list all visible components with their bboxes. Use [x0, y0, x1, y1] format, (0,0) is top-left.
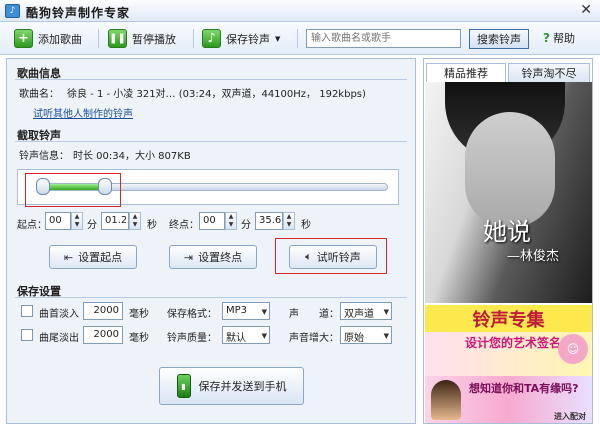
plus-icon: +	[14, 29, 33, 48]
quality-label: 铃声质量：	[167, 333, 217, 344]
end-label: 终点：	[169, 220, 199, 231]
format-label: 保存格式：	[167, 309, 217, 320]
format-value: MP3	[226, 305, 248, 316]
title-bar: ♪ 酷狗铃声制作专家 ✕	[0, 0, 600, 22]
pause-button[interactable]: ❚❚ 暂停播放	[108, 27, 176, 50]
chevron-down-icon[interactable]: ▼	[275, 35, 280, 43]
signature-ad-text: 设计您的艺术签名	[465, 336, 562, 350]
toolbar-separator	[98, 29, 99, 48]
fade-out-checkbox[interactable]	[21, 329, 33, 341]
toolbar-separator	[193, 29, 194, 48]
add-song-button[interactable]: + 添加歌曲	[14, 27, 82, 50]
pause-icon: ❚❚	[108, 29, 127, 48]
stepper-arrows[interactable]: ▲ ▼	[129, 212, 141, 230]
tab-featured[interactable]: 精品推荐	[426, 63, 506, 82]
quality-select[interactable]: 默认 ▼	[222, 326, 270, 344]
set-start-button[interactable]: ⇤ 设置起点	[49, 245, 137, 269]
fade-in-field[interactable]: 2000	[83, 302, 123, 320]
add-song-label: 添加歌曲	[38, 32, 82, 46]
pause-label: 暂停播放	[132, 32, 176, 46]
toolbar-separator	[297, 29, 298, 48]
chevron-down-icon: ▼	[261, 332, 267, 340]
end-minute-field[interactable]: 00	[199, 212, 225, 230]
highlight-box	[25, 173, 121, 207]
search-button[interactable]: 搜索铃声	[469, 29, 529, 49]
toolbar: + 添加歌曲 ❚❚ 暂停播放 ♪ 保存铃声 ▼ 搜索铃声 ? 帮助	[0, 22, 600, 55]
start-second-field[interactable]: 01.2	[101, 212, 129, 230]
minute-unit: 分	[87, 220, 97, 231]
divider	[15, 141, 407, 142]
help-icon: ?	[543, 31, 550, 45]
ringtone-info-label: 铃声信息：	[19, 151, 69, 162]
start-minute-field[interactable]: 00	[45, 212, 71, 230]
stepper-arrows[interactable]: ▲ ▼	[225, 212, 237, 230]
start-marker-icon: ⇤	[63, 250, 74, 264]
match-ad-link[interactable]: 进入配对	[554, 411, 586, 422]
chevron-down-icon: ▼	[383, 332, 389, 340]
set-end-button[interactable]: ⇥ 设置终点	[169, 245, 257, 269]
artist-photo	[465, 112, 555, 227]
volume-value: 原始	[344, 333, 364, 344]
highlight-box	[275, 238, 387, 274]
phone-icon: ▮	[176, 374, 191, 398]
music-note-icon: ♪	[202, 29, 221, 48]
try-others-link[interactable]: 试听其他人制作的铃声	[33, 105, 133, 120]
format-select[interactable]: MP3 ▼	[222, 302, 270, 320]
channel-select[interactable]: 双声道 ▼	[340, 302, 392, 320]
ringtone-info-value: 时长 00:34，大小 807KB	[73, 151, 191, 162]
end-marker-icon: ⇥	[183, 250, 194, 264]
start-label: 起点：	[17, 220, 47, 231]
signature-ad[interactable]: 设计您的艺术签名 ☺	[425, 332, 592, 376]
minute-unit: 分	[241, 220, 251, 231]
song-name-value: 徐良 - 1 - 小凌 321对… (03:24，双声道，44100Hz， 19…	[67, 89, 366, 100]
app-icon: ♪	[5, 4, 20, 18]
album-banner[interactable]: 她说 —林俊杰	[425, 82, 592, 303]
fade-in-checkbox[interactable]	[21, 305, 33, 317]
volume-label: 声音增大：	[289, 333, 339, 344]
stepper-arrows[interactable]: ▲ ▼	[283, 212, 295, 230]
window-title: 酷狗铃声制作专家	[26, 6, 131, 20]
ms-unit: 毫秒	[129, 333, 149, 344]
divider	[15, 297, 407, 298]
close-icon[interactable]: ✕	[580, 2, 592, 18]
set-end-label: 设置终点	[198, 251, 243, 264]
save-and-send-button[interactable]: ▮ 保存并发送到手机	[159, 367, 304, 405]
channel-label: 声 道：	[289, 309, 339, 320]
help-label: 帮助	[552, 32, 575, 45]
chevron-down-icon: ▼	[383, 308, 389, 316]
channel-value: 双声道	[344, 309, 374, 320]
save-and-send-label: 保存并发送到手机	[198, 380, 287, 393]
save-ringtone-label: 保存铃声	[226, 32, 270, 46]
second-unit: 秒	[147, 220, 157, 231]
end-second-field[interactable]: 35.6	[255, 212, 283, 230]
search-input[interactable]	[306, 29, 461, 48]
recommend-panel: 精品推荐 铃声淘不尽 她说 —林俊杰 铃声专集 设计您的艺术签名 ☺ 想知道你和…	[423, 58, 593, 424]
girl-illustration	[431, 380, 461, 420]
song-name-label: 歌曲名：	[19, 89, 59, 100]
set-start-label: 设置起点	[78, 251, 123, 264]
second-unit: 秒	[301, 220, 311, 231]
divider	[15, 79, 407, 80]
match-ad-text: 想知道你和TA有缘吗?	[469, 382, 579, 395]
fade-out-label: 曲尾淡出	[39, 333, 79, 344]
ms-unit: 毫秒	[129, 309, 149, 320]
tab-ringtone-market[interactable]: 铃声淘不尽	[508, 63, 590, 82]
ringtone-album-ad[interactable]: 铃声专集	[425, 305, 592, 332]
stepper-arrows[interactable]: ▲ ▼	[71, 212, 83, 230]
fade-out-field[interactable]: 2000	[83, 326, 123, 344]
volume-select[interactable]: 原始 ▼	[340, 326, 392, 344]
save-ringtone-button[interactable]: ♪ 保存铃声 ▼	[202, 27, 280, 50]
chevron-down-icon: ▼	[261, 308, 267, 316]
match-ad[interactable]: 想知道你和TA有缘吗? 进入配对	[425, 376, 592, 423]
banner-artist: —林俊杰	[507, 249, 560, 264]
banner-title: 她说	[483, 218, 531, 246]
quality-value: 默认	[226, 333, 246, 344]
smiley-icon: ☺	[558, 334, 588, 364]
fade-in-label: 曲首淡入	[39, 309, 79, 320]
help-button[interactable]: ? 帮助	[543, 30, 575, 46]
editor-panel: 歌曲信息 歌曲名： 徐良 - 1 - 小凌 321对… (03:24，双声道，4…	[6, 58, 416, 424]
